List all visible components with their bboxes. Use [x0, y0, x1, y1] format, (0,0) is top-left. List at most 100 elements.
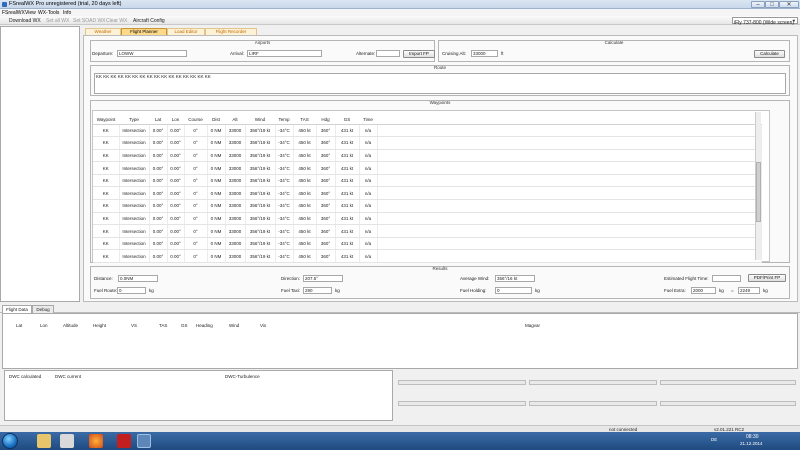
firefox-icon[interactable] [89, 434, 103, 448]
cell-hdg: 360° [316, 161, 336, 175]
table-row[interactable]: KK Intersection 0.00° 0.00° 0° 0 NM 33000 356°/… [93, 149, 762, 163]
cell-lon: 0.00° [167, 186, 185, 201]
cell-temp: -34°C [275, 174, 294, 188]
cell-tas: 450 kt [293, 174, 317, 188]
taskbar: DE 08:30 21.12.2014 [0, 432, 800, 450]
fuel-holding-input[interactable]: 0 [495, 287, 532, 294]
table-row[interactable]: KK Intersection 0.00° 0.00° 0° 0 NM 33000 356°/… [93, 174, 762, 188]
toolbar: Download WX Set all WX Set SOAD WX Clear… [0, 16, 800, 26]
start-button[interactable] [2, 433, 18, 449]
cell-lat: 0.00° [149, 136, 168, 150]
cell-waypoint: KK [93, 199, 120, 213]
results-title: Results [432, 266, 448, 271]
pdf-print-fp-button[interactable]: PDF/Print FP [748, 274, 786, 282]
col-temp[interactable]: Temp [275, 116, 293, 125]
cell-time: n/a [359, 199, 378, 213]
col-type[interactable]: Type [119, 116, 149, 125]
close-button[interactable]: ✕ [779, 1, 799, 8]
flight-planner-panel: Airports Departure: LOWW Arrival: LIRF A… [83, 35, 798, 302]
tab-flight-recorder[interactable]: Flight Recorder [205, 28, 257, 35]
col-gs[interactable]: GS [335, 116, 359, 125]
import-fp-button[interactable]: Import FP [403, 50, 435, 58]
col-lat[interactable]: Lat [149, 116, 167, 125]
clock-time[interactable]: 08:30 [746, 434, 759, 440]
set-soad-wx-button[interactable]: Set SOAD WX [73, 18, 106, 24]
estimated-flight-time-value [712, 275, 741, 282]
cell-lat: 0.00° [149, 186, 168, 201]
results-group: Results Distance: 0.0NM Direction: 207.5… [90, 266, 790, 299]
col-hdg[interactable]: Hdg [316, 116, 335, 125]
pdf-reader-icon[interactable] [117, 434, 131, 448]
fuel-route-input[interactable]: 0 [117, 287, 146, 294]
tab-debug[interactable]: Debug [32, 305, 54, 313]
cell-course: 0° [184, 124, 208, 138]
cell-gs: 431 kt [335, 199, 360, 213]
cell-time: n/a [359, 237, 378, 251]
col-alt[interactable]: Alt [225, 116, 245, 125]
col-dist[interactable]: Dist [207, 116, 225, 125]
cell-waypoint: KK [93, 124, 120, 138]
table-row[interactable]: KK Intersection 0.00° 0.00° 0° 0 NM 33000 356°/… [93, 237, 762, 251]
route-input[interactable]: KK KK KK KK KK KK KK KK KK KK KK KK KK K… [94, 73, 786, 94]
scrollbar-thumb[interactable] [756, 162, 761, 222]
folder-icon[interactable] [37, 434, 51, 448]
cell-wind: 356°/19 kt [245, 199, 276, 213]
main-tabs: Weather Flight Planner Load Editor Fligh… [83, 27, 799, 35]
calculate-button[interactable]: Calculate [754, 50, 785, 58]
col-course[interactable]: Course [184, 116, 207, 125]
table-row[interactable]: KK Intersection 0.00° 0.00° 0° 0 NM 33000 356°/… [93, 124, 762, 138]
language-indicator[interactable]: DE [711, 437, 717, 442]
fuel-taxi-label: Fuel Taxi: [281, 288, 301, 293]
fuel-extra-input[interactable]: 2000 [691, 287, 716, 294]
left-sidebar [0, 26, 80, 302]
tab-load-editor[interactable]: Load Editor [167, 28, 205, 35]
cruising-alt-input[interactable]: 33000 [471, 50, 498, 57]
cell-filler [377, 149, 762, 163]
col-time[interactable]: Time [359, 116, 377, 125]
clock-date[interactable]: 21.12.2014 [740, 441, 763, 446]
cell-gs: 431 kt [335, 237, 360, 251]
arrival-input[interactable]: LIRF [247, 50, 322, 57]
fsrealwx-taskbar-icon[interactable] [137, 434, 151, 448]
aircraft-select[interactable]: iFly 737-800 (Wide screen) ▼ [732, 17, 798, 26]
tab-flight-data[interactable]: Flight Data [2, 305, 32, 313]
cell-tas: 450 kt [293, 199, 317, 213]
table-row[interactable]: KK Intersection 0.00° 0.00° 0° 0 NM 33000 356°/… [93, 186, 762, 201]
table-row[interactable]: KK Intersection 0.00° 0.00° 0° 0 NM 33000 356°/… [93, 224, 762, 238]
tab-flight-planner[interactable]: Flight Planner [121, 28, 167, 35]
cell-gs: 431 kt [335, 249, 360, 264]
aircraft-config-button[interactable]: Aircraft Config [133, 18, 165, 24]
dwc-panel: DWC calculated DWC current DWC-Turbulenc… [4, 370, 393, 421]
waypoints-scrollbar[interactable] [755, 112, 761, 260]
fuel-total-value: 2249 [738, 287, 760, 294]
cell-lat: 0.00° [149, 224, 168, 238]
departure-input[interactable]: LOWW [117, 50, 187, 57]
col-wind[interactable]: Wind [245, 116, 275, 125]
app-icon[interactable] [60, 434, 74, 448]
cell-course: 0° [184, 237, 208, 251]
cell-lat: 0.00° [149, 161, 168, 175]
col-tas[interactable]: TAS [293, 116, 316, 125]
fuel-taxi-input[interactable]: 290 [303, 287, 332, 294]
table-row[interactable]: KK Intersection 0.00° 0.00° 0° 0 NM 33000 356°/… [93, 212, 762, 226]
download-wx-button[interactable]: Download WX [9, 18, 41, 24]
table-row[interactable]: KK Intersection 0.00° 0.00° 0° 0 NM 33000 356°/… [93, 199, 762, 213]
cell-lon: 0.00° [167, 124, 185, 138]
fuel-holding-label: Fuel Holding: [460, 288, 487, 293]
alternate-input[interactable] [376, 50, 400, 57]
minimize-button[interactable]: – [751, 1, 765, 8]
tab-weather[interactable]: Weather [85, 28, 121, 35]
table-row[interactable]: KK Intersection 0.00° 0.00° 0° 0 NM 33000 356°/… [93, 161, 762, 175]
cell-dist: 0 NM [207, 149, 226, 163]
col-waypoint[interactable]: Waypoint [93, 116, 119, 125]
clear-wx-button[interactable]: Clear WX [106, 18, 127, 24]
cell-temp: -34°C [275, 149, 294, 163]
maximize-button[interactable]: □ [765, 1, 779, 8]
cell-temp: -34°C [275, 136, 294, 150]
set-all-wx-button[interactable]: Set all WX [46, 18, 69, 24]
table-row[interactable]: KK Intersection 0.00° 0.00° 0° 0 NM 33000 356°/… [93, 136, 762, 150]
cell-wind: 356°/19 kt [245, 224, 276, 238]
table-row[interactable]: KK Intersection 0.00° 0.00° 0° 0 NM 33000 356°/… [93, 249, 762, 264]
col-lon[interactable]: Lon [167, 116, 184, 125]
cell-waypoint: KK [93, 224, 120, 238]
